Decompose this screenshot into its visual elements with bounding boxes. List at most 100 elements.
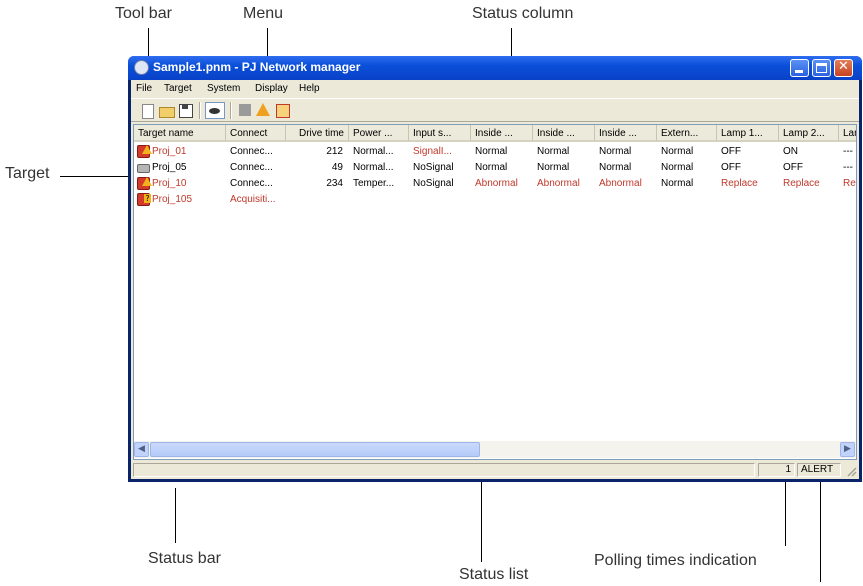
status-cell: OFF — [783, 162, 803, 173]
status-cell: Connec... — [230, 178, 273, 189]
status-cell: Normal — [475, 162, 508, 173]
callout-menu: Menu — [243, 5, 284, 22]
column-header[interactable]: Extern... — [657, 125, 717, 142]
projector-icon — [137, 164, 150, 173]
scroll-left-icon[interactable]: ◀ — [134, 442, 149, 457]
toolbar-separator — [230, 102, 232, 119]
close-button[interactable]: ✕ — [834, 59, 853, 77]
minimize-button[interactable] — [790, 59, 809, 77]
status-cell: 49 — [331, 162, 343, 173]
horizontal-scrollbar[interactable]: ◀ ▶ — [134, 441, 856, 458]
leader-alert — [820, 472, 821, 582]
column-header[interactable]: Input s... — [409, 125, 471, 142]
column-header[interactable]: Connect — [226, 125, 286, 142]
status-cell: Normal... — [353, 146, 394, 157]
scroll-right-icon[interactable]: ▶ — [840, 442, 855, 457]
target-name: Proj_05 — [152, 162, 187, 173]
status-cell: Normal — [661, 178, 694, 189]
leader-status-bar — [175, 488, 176, 543]
status-cell: Connec... — [230, 146, 273, 157]
table-row[interactable]: ? Proj_105 Acquisiti... — [134, 192, 856, 208]
callout-status-bar: Status bar — [148, 550, 221, 567]
stop-square-icon[interactable] — [237, 102, 254, 119]
alert-projector-icon — [137, 177, 152, 190]
status-cell: Normal — [661, 146, 694, 157]
maximize-icon — [816, 63, 827, 73]
alert-warning-icon[interactable] — [255, 102, 272, 119]
status-cell: Normal — [537, 146, 570, 157]
status-cell: Replace — [783, 178, 820, 189]
callout-target: Target — [5, 165, 50, 182]
alert-list-icon[interactable] — [274, 102, 291, 119]
column-header[interactable]: Inside ... — [533, 125, 595, 142]
menu-help[interactable]: Help — [299, 83, 320, 94]
warning-icon — [142, 177, 152, 186]
status-cell: ON — [783, 146, 798, 157]
column-header[interactable]: Drive time — [286, 125, 349, 142]
status-cell: Normal — [537, 162, 570, 173]
alert-projector-icon — [137, 145, 152, 158]
open-folder-icon[interactable] — [158, 102, 175, 119]
callout-status-list: Status list — [459, 566, 529, 583]
close-icon: ✕ — [838, 59, 849, 74]
app-window: Sample1.pnm - PJ Network manager ✕ File … — [128, 56, 862, 482]
status-cell: Normal... — [353, 162, 394, 173]
maximize-button[interactable] — [812, 59, 831, 77]
resize-grip-icon[interactable] — [845, 465, 857, 477]
status-list[interactable]: Target name Connect Drive time Power ... Inp… — [133, 124, 857, 460]
status-bar: 1 ALERT — [131, 461, 859, 479]
status-cell: 212 — [326, 146, 343, 157]
status-cell: OFF — [721, 162, 741, 173]
table-row[interactable]: Proj_01 Connec... 212 Normal... SignalI... No… — [134, 144, 856, 160]
status-cell: Replace — [721, 178, 758, 189]
callout-polling-times: Polling times indication — [594, 552, 757, 569]
column-header[interactable]: Inside ... — [595, 125, 657, 142]
status-bar-main — [133, 463, 755, 477]
column-header[interactable]: Lam — [839, 125, 856, 142]
status-cell: --- — [843, 146, 853, 157]
status-cell: Abnormal — [475, 178, 518, 189]
app-icon — [134, 60, 149, 75]
menu-target[interactable]: Target — [164, 83, 192, 94]
table-row[interactable]: Proj_10 Connec... 234 Temper... NoSignal Abno… — [134, 176, 856, 192]
menu-display[interactable]: Display — [255, 83, 288, 94]
menu-file[interactable]: File — [136, 83, 152, 94]
monitor-eye-icon[interactable] — [205, 102, 225, 119]
column-header[interactable]: Inside ... — [471, 125, 533, 142]
column-header[interactable]: Lamp 1... — [717, 125, 779, 142]
question-icon: ? — [144, 194, 151, 203]
status-cell: Rep — [843, 178, 856, 189]
save-disk-icon[interactable] — [177, 102, 194, 119]
leader-polling-times — [785, 472, 786, 546]
toolbar — [131, 98, 859, 122]
minimize-icon — [795, 70, 803, 73]
status-cell: 234 — [326, 178, 343, 189]
polling-times-indication: 1 — [758, 463, 795, 477]
status-cell: Temper... — [353, 178, 395, 189]
callout-tool-bar: Tool bar — [115, 5, 172, 22]
status-cell: Normal — [661, 162, 694, 173]
new-file-icon[interactable] — [139, 102, 156, 119]
toolbar-separator — [199, 102, 201, 119]
status-cell: Normal — [599, 146, 632, 157]
window-title: Sample1.pnm - PJ Network manager — [153, 60, 361, 74]
status-cell: Normal — [475, 146, 508, 157]
status-cell: Abnormal — [599, 178, 642, 189]
column-header[interactable]: Lamp 2... — [779, 125, 839, 142]
alert-indicator: ALERT — [797, 463, 841, 477]
status-cell: Acquisiti... — [230, 194, 276, 205]
callout-status-column: Status column — [472, 5, 574, 22]
scroll-thumb[interactable] — [150, 442, 480, 457]
status-cell: NoSignal — [413, 162, 454, 173]
status-cell: Connec... — [230, 162, 273, 173]
menu-system[interactable]: System — [207, 83, 240, 94]
column-header[interactable]: Power ... — [349, 125, 409, 142]
column-header[interactable]: Target name — [134, 125, 226, 142]
target-name: Proj_10 — [152, 178, 187, 189]
status-cell: Abnormal — [537, 178, 580, 189]
table-row[interactable]: Proj_05 Connec... 49 Normal... NoSignal Norma… — [134, 160, 856, 176]
status-cell: NoSignal — [413, 178, 454, 189]
target-name: Proj_105 — [152, 194, 193, 205]
unknown-projector-icon: ? — [137, 193, 151, 206]
title-bar[interactable]: Sample1.pnm - PJ Network manager ✕ — [128, 56, 862, 80]
